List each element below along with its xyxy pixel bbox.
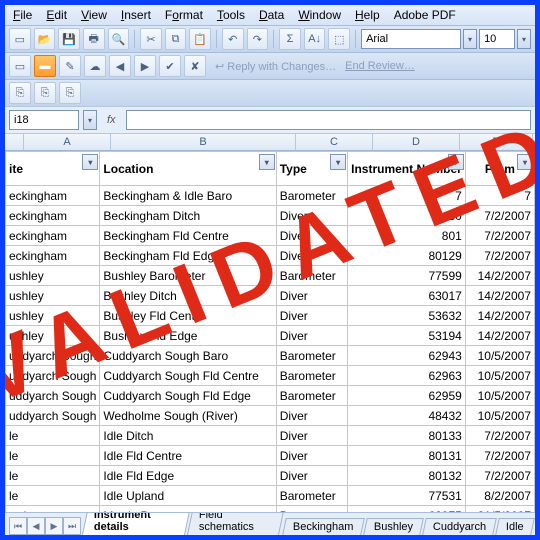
pdf-icon[interactable]: ⎘ [9, 82, 31, 104]
header-type[interactable]: Type▾ [276, 152, 347, 186]
open-icon[interactable]: 📂 [34, 28, 56, 50]
menu-view[interactable]: View [81, 8, 107, 22]
col-head-b[interactable]: B [111, 134, 296, 151]
filter-icon[interactable]: ▾ [82, 154, 98, 170]
menu-insert[interactable]: Insert [121, 8, 151, 22]
col-head-d[interactable]: D [373, 134, 460, 151]
font-name-dropdown-icon[interactable]: ▾ [463, 29, 477, 49]
table-row[interactable]: uddyarch SoughCuddyarch Sough BaroBarome… [6, 346, 535, 366]
header-location[interactable]: Location▾ [100, 152, 276, 186]
menu-adobe-pdf[interactable]: Adobe PDF [394, 8, 456, 22]
preview-icon[interactable]: 🔍 [108, 28, 130, 50]
table-row[interactable]: eckinghamBeckingham & Idle BaroBarometer… [6, 186, 535, 206]
tab-idle[interactable]: Idle [495, 518, 534, 535]
pdf3-icon[interactable]: ⎘ [59, 82, 81, 104]
col-head-a[interactable]: A [24, 134, 111, 151]
menu-file[interactable]: FFileile [13, 8, 32, 22]
name-box-dropdown-icon[interactable]: ▾ [83, 110, 97, 130]
tab-beckingham[interactable]: Beckingham [283, 518, 365, 535]
table-row[interactable]: eckinghamBeckingham Fld EdgeDiver801297/… [6, 246, 535, 266]
tab-next-icon[interactable]: ▶ [45, 517, 63, 535]
header-from[interactable]: From▾ [465, 152, 534, 186]
menu-help[interactable]: Help [355, 8, 380, 22]
toolbar-reviewing: ▭ ▬ ✎ ☁ ◀ ▶ ✔ ✘ ↩ Reply with Changes… En… [5, 52, 535, 79]
autosum-icon[interactable]: Σ [279, 28, 301, 50]
toolbar-pdf: ⎘ ⎘ ⎘ [5, 79, 535, 106]
filter-icon[interactable]: ▾ [517, 154, 533, 170]
header-site[interactable]: ite▾ [6, 152, 100, 186]
paste-icon[interactable]: 📋 [189, 28, 211, 50]
table-row[interactable]: uddyarch SoughCuddyarch Sough Fld Centre… [6, 366, 535, 386]
sort-asc-icon[interactable]: A↓ [304, 28, 326, 50]
select-all-corner[interactable] [5, 134, 24, 151]
pdf2-icon[interactable]: ⎘ [34, 82, 56, 104]
filter-icon[interactable]: ▾ [330, 154, 346, 170]
reject-icon[interactable]: ✘ [184, 55, 206, 77]
balloon-icon[interactable]: ☁ [84, 55, 106, 77]
table-row[interactable]: ushleyBushley Fld CentreDiver5363214/2/2… [6, 306, 535, 326]
sheet-tabs: ⏮ ◀ ▶ ⏭ Instrument details Field schemat… [5, 512, 535, 535]
menu-tools[interactable]: Tools [217, 8, 245, 22]
formula-bar[interactable] [126, 110, 531, 130]
cut-icon[interactable]: ✂ [140, 28, 162, 50]
table-row[interactable]: eckinghamBeckingham DitchDiver807/2/2007 [6, 206, 535, 226]
print-icon[interactable]: 🖶 [83, 28, 105, 50]
font-size-dropdown-icon[interactable]: ▾ [517, 29, 531, 49]
copy-icon[interactable]: ⧉ [165, 28, 187, 50]
table-row[interactable]: uddyarch SoughCuddyarch Sough Fld EdgeBa… [6, 386, 535, 406]
redo-icon[interactable]: ↷ [247, 28, 269, 50]
filter-icon[interactable]: ▾ [448, 154, 464, 170]
prev-icon[interactable]: ◀ [109, 55, 131, 77]
menu-data[interactable]: Data [259, 8, 284, 22]
accept-icon[interactable]: ✔ [159, 55, 181, 77]
table-row[interactable]: ushleyBushley Fld EdgeDiver5319414/2/200… [6, 326, 535, 346]
menu-format[interactable]: Format [165, 8, 203, 22]
highlight-icon[interactable]: ▬ [34, 55, 56, 77]
tab-cuddyarch[interactable]: Cuddyarch [422, 518, 497, 535]
name-box-bar: ▾ fx [5, 106, 535, 134]
tab-instrument-details[interactable]: Instrument details [82, 512, 192, 535]
next-icon[interactable]: ▶ [134, 55, 156, 77]
tab-prev-icon[interactable]: ◀ [27, 517, 45, 535]
tab-first-icon[interactable]: ⏮ [9, 517, 27, 535]
name-box[interactable] [9, 110, 79, 130]
table-row[interactable]: ushleyBushley BarometerBarometer7759914/… [6, 266, 535, 286]
chart-icon[interactable]: ⬚ [328, 28, 350, 50]
reply-changes[interactable]: ↩ Reply with Changes… [215, 60, 336, 73]
worksheet-grid: A B C D E ite▾ Location▾ Type▾ Instrumen… [5, 134, 535, 540]
comment-icon[interactable]: ✎ [59, 55, 81, 77]
menu-window[interactable]: Window [298, 8, 341, 22]
tab-last-icon[interactable]: ⏭ [63, 517, 81, 535]
col-head-c[interactable]: C [296, 134, 373, 151]
font-size-input[interactable] [479, 29, 515, 49]
table-row[interactable]: uddyarch SoughWedholme Sough (River)Dive… [6, 406, 535, 426]
table-row[interactable]: leIdle Fld EdgeDiver801327/2/2007 [6, 466, 535, 486]
tab-bushley[interactable]: Bushley [363, 518, 424, 535]
filter-icon[interactable]: ▾ [259, 154, 275, 170]
table-row[interactable]: ushleyBushley DitchDiver6301714/2/2007 [6, 286, 535, 306]
col-head-e[interactable]: E [460, 134, 533, 151]
fx-icon[interactable]: fx [107, 114, 116, 126]
new-icon[interactable]: ▭ [9, 28, 31, 50]
table-row[interactable]: eckinghamBeckingham Fld CentreDiver8017/… [6, 226, 535, 246]
table-row[interactable]: leIdle UplandBarometer775318/2/2007 [6, 486, 535, 506]
data-table: ite▾ Location▾ Type▾ Instrument Number▾ … [5, 151, 535, 540]
table-row[interactable]: leIdle DitchDiver801337/2/2007 [6, 426, 535, 446]
font-name-input[interactable] [361, 29, 461, 49]
undo-icon[interactable]: ↶ [222, 28, 244, 50]
header-instrument-number[interactable]: Instrument Number▾ [348, 152, 466, 186]
save-icon[interactable]: 💾 [58, 28, 80, 50]
menubar: FFileile Edit View Insert Format Tools D… [5, 5, 535, 25]
menu-edit[interactable]: Edit [46, 8, 67, 22]
table-row[interactable]: leIdle Fld CentreDiver801317/2/2007 [6, 446, 535, 466]
tool-icon[interactable]: ▭ [9, 55, 31, 77]
toolbar-standard: ▭ 📂 💾 🖶 🔍 ✂ ⧉ 📋 ↶ ↷ Σ A↓ ⬚ ▾ ▾ [5, 25, 535, 52]
tab-field-schematics[interactable]: Field schematics [187, 512, 285, 535]
end-review[interactable]: End Review… [345, 60, 415, 72]
